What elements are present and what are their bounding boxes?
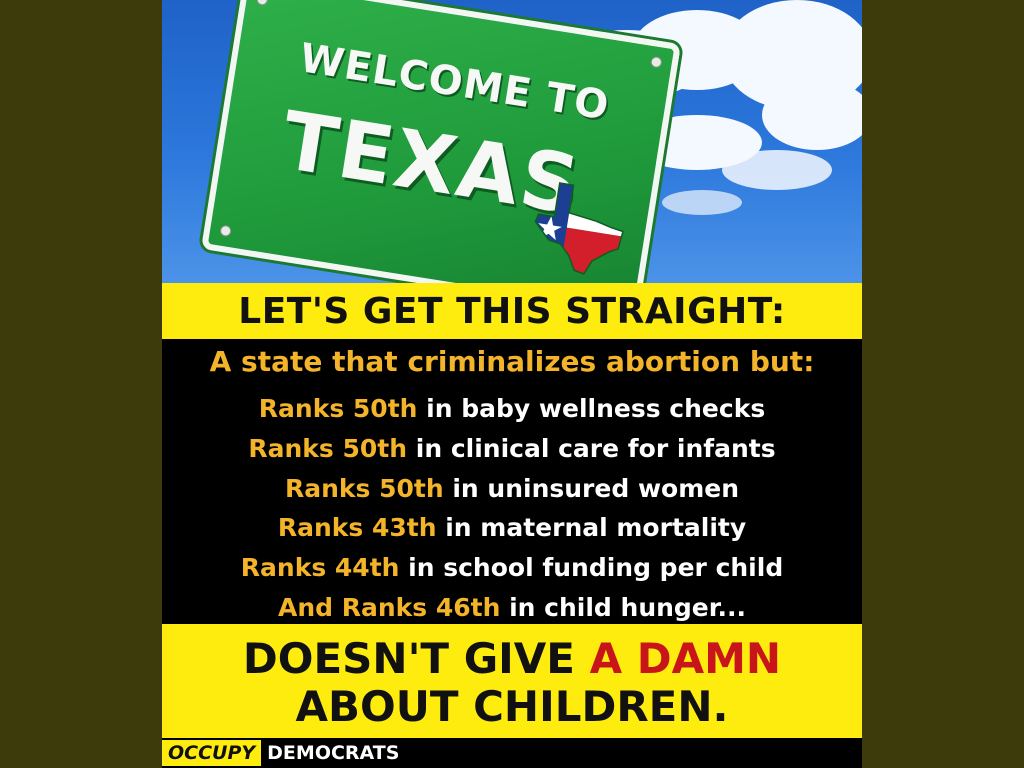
fact-line: Ranks 50th in baby wellness checks <box>162 389 862 429</box>
conclusion-highlight: A DAMN <box>589 634 782 683</box>
logo-word-occupy: OCCUPY <box>162 740 262 766</box>
fact-rank: And Ranks 46th <box>277 592 501 622</box>
fact-rank: Ranks 50th <box>248 433 408 463</box>
facts-list: Ranks 50th in baby wellness checks Ranks… <box>162 389 862 628</box>
occupy-democrats-logo: OCCUPY DEMOCRATS <box>162 740 405 766</box>
fact-line: Ranks 44th in school funding per child <box>162 548 862 588</box>
intro-text: A state that criminalizes abortion but: <box>209 345 815 378</box>
conclusion-part: DOESN'T GIVE <box>242 634 590 683</box>
headline-banner: LET'S GET THIS STRAIGHT: <box>162 283 862 339</box>
fact-text: in child hunger... <box>500 592 747 622</box>
cloud <box>762 80 862 150</box>
bolt <box>650 55 663 69</box>
texas-flag-shape-icon <box>528 180 629 279</box>
fact-text: in baby wellness checks <box>417 394 766 423</box>
fact-text: in maternal mortality <box>436 513 747 543</box>
fact-line: Ranks 50th in clinical care for infants <box>162 429 862 469</box>
fact-rank: Ranks 43th <box>277 513 437 543</box>
facts-section: A state that criminalizes abortion but: … <box>162 339 862 624</box>
logo-word-democrats: DEMOCRATS <box>267 742 400 764</box>
fact-line: And Ranks 46th in child hunger... <box>162 588 862 628</box>
fact-text: in uninsured women <box>443 473 740 503</box>
conclusion-line-1: DOESN'T GIVE A DAMN <box>162 634 862 683</box>
sky-photo: WELCOME TO TEXAS <box>162 0 862 283</box>
fact-line: Ranks 50th in uninsured women <box>162 469 862 509</box>
bolt <box>255 0 269 7</box>
poster: WELCOME TO TEXAS LET'S GET THIS STRAIGHT… <box>162 0 862 768</box>
fact-text: in school funding per child <box>399 553 784 583</box>
footer: OCCUPY DEMOCRATS <box>162 738 862 768</box>
fact-rank: Ranks 44th <box>240 553 400 583</box>
fact-line: Ranks 43th in maternal mortality <box>162 508 862 548</box>
conclusion-banner: DOESN'T GIVE A DAMN ABOUT CHILDREN. <box>162 624 862 738</box>
fact-rank: Ranks 50th <box>284 473 444 503</box>
fact-rank: Ranks 50th <box>258 394 418 423</box>
conclusion-line-2: ABOUT CHILDREN. <box>295 682 729 731</box>
fact-text: in clinical care for infants <box>407 433 776 463</box>
highway-sign: WELCOME TO TEXAS <box>201 0 681 283</box>
headline: LET'S GET THIS STRAIGHT: <box>238 290 786 332</box>
cloud <box>722 150 832 190</box>
bolt <box>219 224 232 238</box>
cloud <box>662 190 742 215</box>
